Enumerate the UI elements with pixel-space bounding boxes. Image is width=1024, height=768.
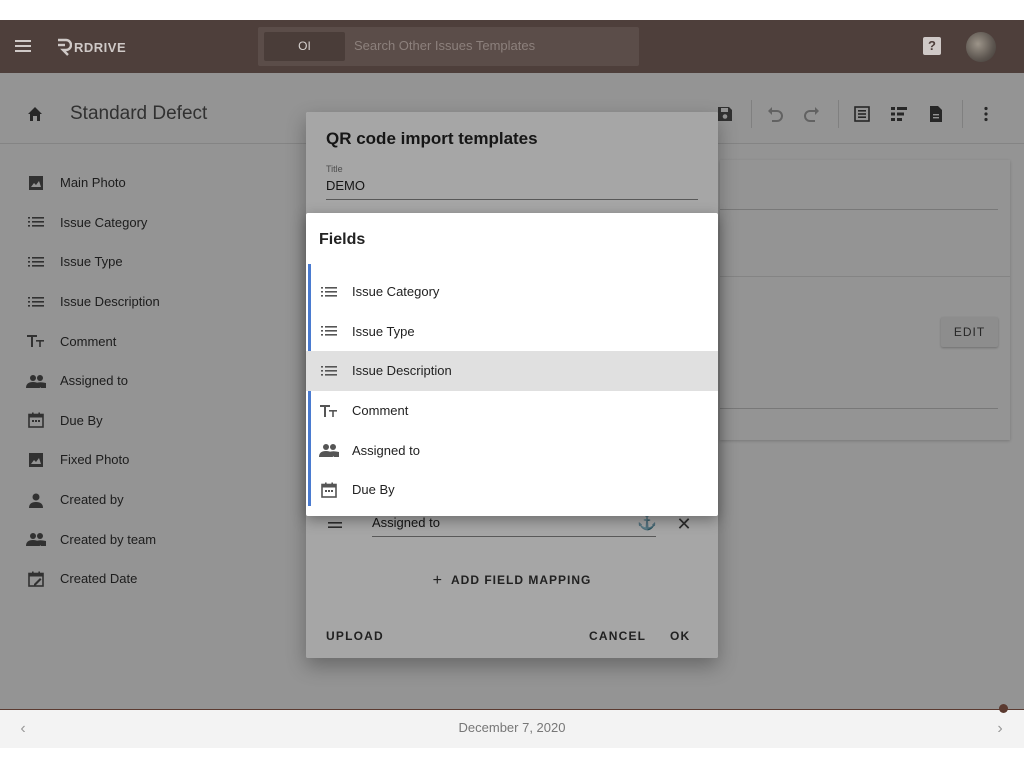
search-input[interactable]: Search Other Issues Templates bbox=[354, 38, 535, 53]
chevron-right-icon[interactable]: › bbox=[993, 720, 1007, 738]
footer-date: December 7, 2020 bbox=[458, 720, 566, 735]
list-icon bbox=[319, 321, 339, 341]
search-scope-chip[interactable]: OI bbox=[264, 32, 345, 61]
fields-popup-item[interactable]: Due By bbox=[306, 470, 718, 510]
footer-bar: ‹ December 7, 2020 › bbox=[0, 710, 1024, 748]
fields-popup-item[interactable]: Issue Description bbox=[306, 351, 718, 391]
timeline-handle[interactable] bbox=[999, 704, 1008, 713]
list-icon bbox=[319, 282, 339, 302]
logo-mark-icon bbox=[58, 38, 72, 56]
fields-popup-item[interactable]: Issue Type bbox=[306, 312, 718, 352]
help-icon[interactable]: ? bbox=[923, 37, 941, 55]
fields-popup-item-label: Issue Type bbox=[352, 323, 415, 339]
search-bar[interactable]: OI Search Other Issues Templates bbox=[258, 27, 639, 66]
timeline-track bbox=[0, 709, 1024, 710]
fields-popup-item[interactable]: Comment bbox=[306, 391, 718, 431]
fields-popup-item-label: Issue Description bbox=[352, 363, 452, 379]
fields-popup-item[interactable]: Assigned to bbox=[306, 430, 718, 470]
app-screen: RDRIVE OI Search Other Issues Templates … bbox=[0, 0, 1024, 768]
fields-popup-item-label: Comment bbox=[352, 403, 409, 419]
fields-popup-item[interactable]: Issue Category bbox=[306, 272, 718, 312]
text-icon bbox=[319, 401, 339, 421]
logo: RDRIVE bbox=[56, 37, 126, 57]
fields-list: Issue Category Issue Type Issue Descriptio… bbox=[306, 272, 718, 510]
fields-popup-title: Fields bbox=[319, 231, 366, 248]
fields-popup: Fields Issue Category Issue Type Issue Des… bbox=[306, 213, 718, 516]
people-icon bbox=[319, 440, 339, 460]
calendar-icon bbox=[319, 480, 339, 500]
fields-popup-item-label: Assigned to bbox=[352, 442, 420, 458]
avatar[interactable] bbox=[966, 32, 996, 62]
list-icon bbox=[319, 361, 339, 381]
fields-popup-item-label: Issue Category bbox=[352, 284, 440, 300]
app-bar: RDRIVE OI Search Other Issues Templates … bbox=[0, 20, 1024, 73]
menu-icon[interactable] bbox=[14, 37, 32, 55]
logo-text: RDRIVE bbox=[74, 39, 127, 55]
fields-popup-item-label: Due By bbox=[352, 482, 395, 498]
